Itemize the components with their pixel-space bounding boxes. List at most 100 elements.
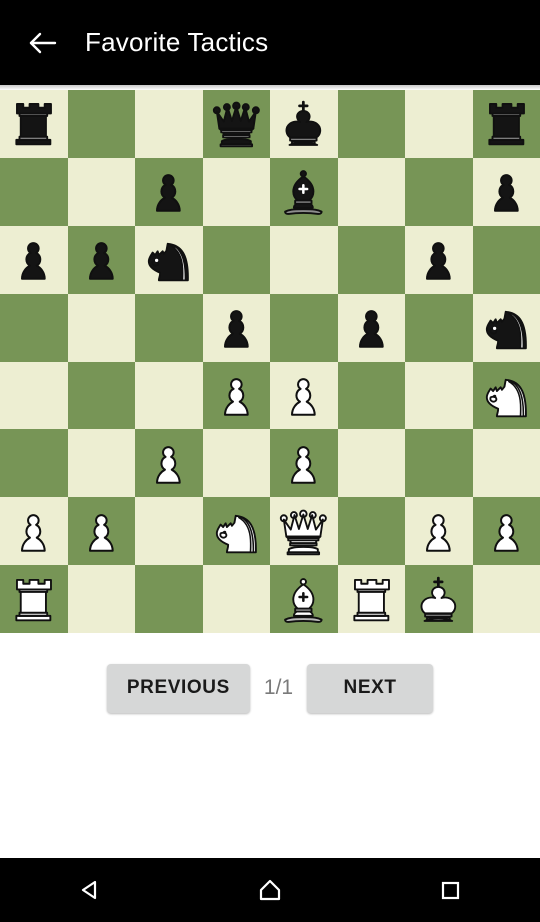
board-square-b4[interactable]	[67, 361, 135, 430]
board-square-a3[interactable]	[0, 429, 68, 498]
board-square-e3[interactable]	[270, 429, 338, 498]
board-square-c5[interactable]	[135, 293, 203, 362]
black-queen-icon[interactable]	[203, 90, 271, 158]
board-square-h2[interactable]	[472, 497, 540, 566]
white-pawn-icon[interactable]	[270, 362, 338, 430]
board-square-f1[interactable]	[337, 565, 406, 633]
white-king-icon[interactable]	[405, 565, 473, 633]
board-square-f6[interactable]	[337, 225, 405, 294]
board-square-g3[interactable]	[405, 429, 473, 498]
board-square-e8[interactable]	[270, 90, 338, 158]
board-square-h6[interactable]	[472, 225, 540, 294]
board-square-c3[interactable]	[135, 429, 203, 498]
board-square-c1[interactable]	[135, 565, 203, 633]
board-square-g7[interactable]	[405, 157, 473, 226]
back-button[interactable]	[15, 15, 71, 71]
board-square-f2[interactable]	[337, 497, 405, 566]
board-square-c4[interactable]	[135, 361, 203, 430]
board-square-b8[interactable]	[67, 90, 135, 158]
next-button[interactable]: NEXT	[307, 663, 434, 713]
white-queen-icon[interactable]	[270, 497, 338, 565]
white-knight-icon[interactable]	[203, 497, 271, 565]
board-square-f7[interactable]	[337, 157, 405, 226]
board-square-c7[interactable]	[135, 157, 203, 226]
white-pawn-icon[interactable]	[270, 429, 338, 497]
board-square-d6[interactable]	[202, 225, 270, 294]
board-square-c2[interactable]	[135, 497, 203, 566]
board-square-e1[interactable]	[270, 565, 338, 633]
chessboard[interactable]	[0, 90, 540, 633]
board-square-a1[interactable]	[0, 565, 68, 633]
board-square-h1[interactable]	[472, 565, 540, 633]
white-pawn-icon[interactable]	[203, 362, 271, 430]
black-bishop-icon[interactable]	[270, 158, 338, 226]
system-recents-button[interactable]	[405, 858, 495, 922]
black-pawn-icon[interactable]	[405, 226, 473, 294]
white-pawn-icon[interactable]	[135, 429, 203, 497]
black-pawn-icon[interactable]	[203, 294, 271, 362]
white-pawn-icon[interactable]	[473, 497, 540, 565]
board-square-d5[interactable]	[202, 293, 271, 362]
board-square-b2[interactable]	[67, 497, 136, 566]
black-knight-icon[interactable]	[473, 294, 540, 362]
white-bishop-icon[interactable]	[270, 565, 338, 633]
board-square-a4[interactable]	[0, 361, 68, 430]
board-square-g2[interactable]	[405, 497, 473, 566]
board-square-g1[interactable]	[405, 565, 473, 633]
board-square-a2[interactable]	[0, 497, 68, 566]
white-rook-icon[interactable]	[338, 565, 406, 633]
board-square-e4[interactable]	[270, 361, 338, 430]
board-square-h7[interactable]	[472, 157, 540, 226]
black-pawn-icon[interactable]	[68, 226, 136, 294]
black-pawn-icon[interactable]	[338, 294, 406, 362]
board-square-f4[interactable]	[337, 361, 405, 430]
board-square-c6[interactable]	[135, 225, 203, 294]
board-square-e2[interactable]	[270, 497, 338, 566]
board-square-g8[interactable]	[405, 90, 473, 158]
black-pawn-icon[interactable]	[0, 226, 68, 294]
black-king-icon[interactable]	[270, 90, 338, 158]
board-square-g6[interactable]	[405, 225, 473, 294]
board-square-e5[interactable]	[270, 293, 338, 362]
chessboard-container[interactable]	[0, 90, 540, 633]
black-rook-icon[interactable]	[473, 90, 540, 158]
white-pawn-icon[interactable]	[68, 497, 136, 565]
board-square-e6[interactable]	[270, 225, 338, 294]
previous-button[interactable]: PREVIOUS	[106, 663, 250, 713]
board-square-a6[interactable]	[0, 225, 68, 294]
board-square-d1[interactable]	[202, 565, 270, 633]
black-knight-icon[interactable]	[135, 226, 203, 294]
board-square-d7[interactable]	[202, 157, 270, 226]
board-square-g5[interactable]	[405, 293, 473, 362]
board-square-h8[interactable]	[472, 90, 540, 158]
board-square-f3[interactable]	[337, 429, 405, 498]
board-square-b6[interactable]	[67, 225, 136, 294]
board-square-h4[interactable]	[472, 361, 540, 430]
board-square-h3[interactable]	[472, 429, 540, 498]
board-square-c8[interactable]	[135, 90, 203, 158]
board-square-h5[interactable]	[472, 293, 540, 362]
white-knight-icon[interactable]	[473, 362, 540, 430]
system-home-button[interactable]	[225, 858, 315, 922]
board-square-d2[interactable]	[202, 497, 271, 566]
board-square-e7[interactable]	[270, 157, 338, 226]
board-square-f8[interactable]	[337, 90, 405, 158]
board-square-a7[interactable]	[0, 157, 68, 226]
board-square-a8[interactable]	[0, 90, 68, 158]
board-square-b5[interactable]	[67, 293, 135, 362]
black-pawn-icon[interactable]	[135, 158, 203, 226]
board-square-b3[interactable]	[67, 429, 135, 498]
board-square-d3[interactable]	[202, 429, 270, 498]
system-back-button[interactable]	[45, 858, 135, 922]
black-rook-icon[interactable]	[0, 90, 68, 158]
board-square-b1[interactable]	[67, 565, 135, 633]
black-pawn-icon[interactable]	[473, 158, 540, 226]
board-square-a5[interactable]	[0, 293, 68, 362]
board-square-b7[interactable]	[67, 157, 135, 226]
board-square-d8[interactable]	[202, 90, 271, 158]
board-square-g4[interactable]	[405, 361, 473, 430]
white-pawn-icon[interactable]	[0, 497, 68, 565]
white-rook-icon[interactable]	[0, 565, 68, 633]
board-square-d4[interactable]	[202, 361, 271, 430]
board-square-f5[interactable]	[337, 293, 406, 362]
